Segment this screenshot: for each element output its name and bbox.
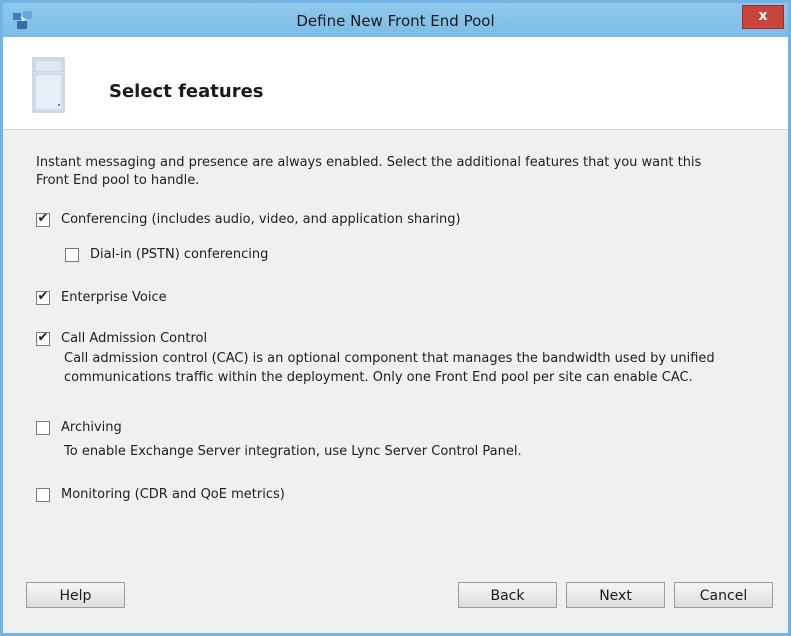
- dial-in-checkbox[interactable]: [65, 247, 79, 262]
- conferencing-option[interactable]: ✔ Conferencing (includes audio, video, a…: [36, 210, 461, 227]
- monitoring-label: Monitoring (CDR and QoE metrics): [61, 487, 285, 502]
- server-icon: [32, 57, 65, 113]
- enterprise-voice-checkbox[interactable]: ✔: [36, 288, 50, 305]
- intro-line-2: Front End pool to handle.: [36, 173, 200, 188]
- call-admission-control-checkbox[interactable]: ✔: [36, 329, 50, 346]
- call-admission-control-option[interactable]: ✔ Call Admission Control: [36, 329, 208, 346]
- wizard-header: Select features: [3, 37, 788, 130]
- archiving-checkbox[interactable]: [36, 420, 50, 435]
- intro-line-1: Instant messaging and presence are alway…: [36, 155, 702, 170]
- conferencing-checkbox[interactable]: ✔: [36, 210, 50, 227]
- intro-text: Instant messaging and presence are alway…: [36, 154, 756, 190]
- call-admission-control-description: Call admission control (CAC) is an optio…: [64, 349, 715, 387]
- close-button[interactable]: x: [742, 5, 784, 29]
- archiving-label: Archiving: [61, 420, 122, 435]
- enterprise-voice-option[interactable]: ✔ Enterprise Voice: [36, 288, 167, 305]
- check-icon: ✔: [37, 288, 49, 304]
- archiving-description: To enable Exchange Server integration, u…: [64, 442, 522, 461]
- dial-in-label: Dial-in (PSTN) conferencing: [90, 247, 269, 262]
- cac-desc-line-2: communications traffic within the deploy…: [64, 370, 693, 385]
- archiving-option[interactable]: Archiving: [36, 420, 122, 435]
- next-button[interactable]: Next: [566, 582, 665, 608]
- call-admission-control-label: Call Admission Control: [61, 331, 208, 346]
- page-title: Select features: [109, 81, 264, 102]
- check-icon: ✔: [37, 329, 49, 345]
- monitoring-checkbox[interactable]: [36, 487, 50, 502]
- cac-desc-line-1: Call admission control (CAC) is an optio…: [64, 351, 715, 366]
- dialog-window: Define New Front End Pool x Select featu…: [0, 0, 791, 636]
- conferencing-label: Conferencing (includes audio, video, and…: [61, 212, 461, 227]
- features-panel: Instant messaging and presence are alway…: [36, 154, 756, 190]
- help-button[interactable]: Help: [26, 582, 125, 608]
- monitoring-option[interactable]: Monitoring (CDR and QoE metrics): [36, 487, 285, 502]
- window-title: Define New Front End Pool: [296, 12, 495, 30]
- archiving-desc-line-1: To enable Exchange Server integration, u…: [64, 444, 522, 459]
- check-icon: ✔: [37, 210, 49, 226]
- cancel-button[interactable]: Cancel: [674, 582, 773, 608]
- back-button[interactable]: Back: [458, 582, 557, 608]
- enterprise-voice-label: Enterprise Voice: [61, 290, 167, 305]
- dial-in-option[interactable]: Dial-in (PSTN) conferencing: [65, 247, 268, 262]
- title-bar[interactable]: Define New Front End Pool x: [3, 3, 788, 37]
